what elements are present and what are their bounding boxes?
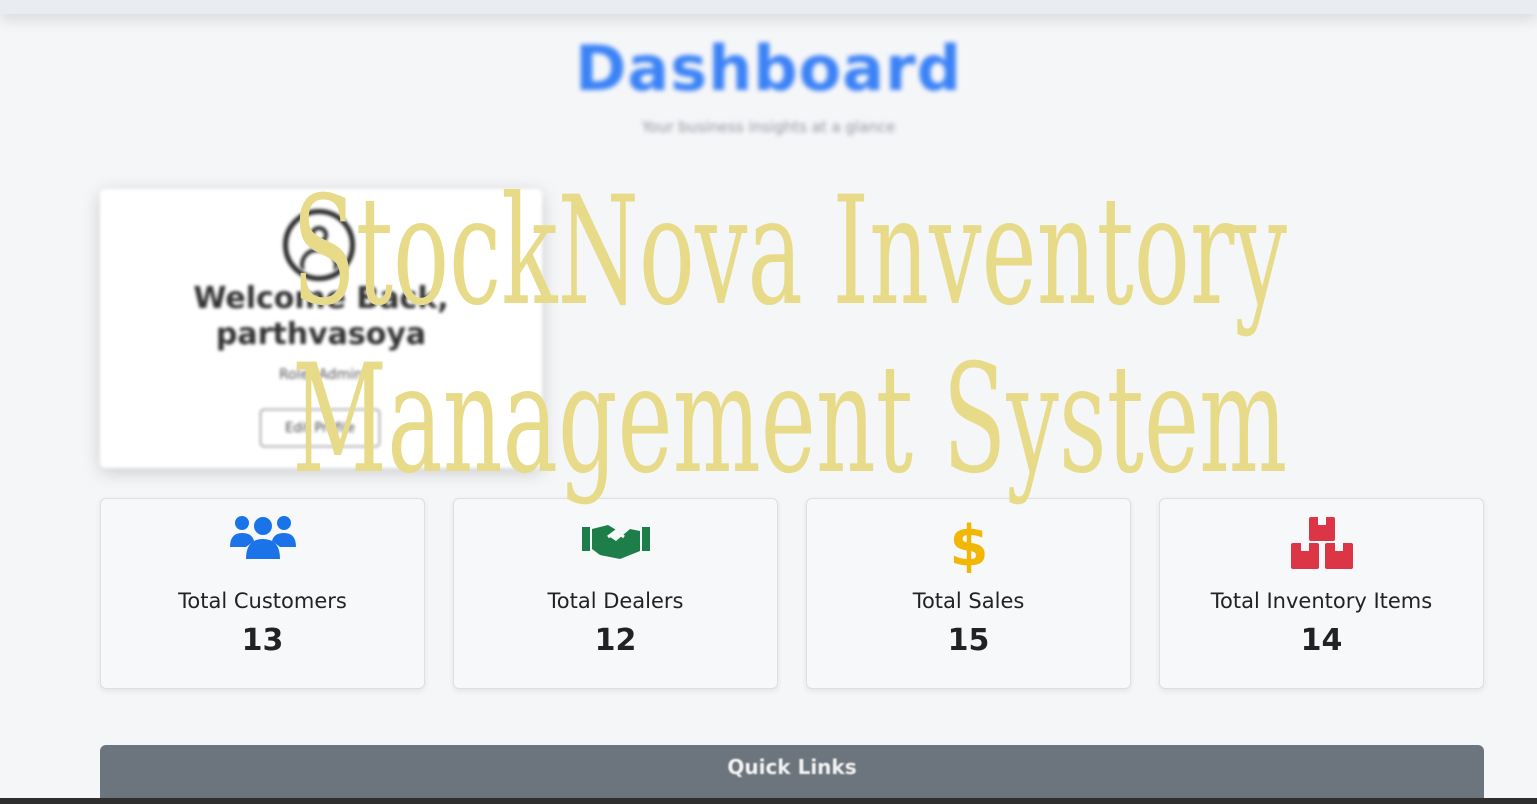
edit-profile-button[interactable]: Edit Profile [260,409,380,447]
top-navbar [0,0,1537,14]
stat-value: 13 [241,623,284,658]
stat-card-dealers: Total Dealers 12 [453,498,778,689]
stat-value: 12 [594,623,637,658]
page-subtitle: Your business insights at a glance [641,118,896,136]
stat-label: Total Dealers [547,589,684,613]
profile-card: Welcome Back, parthvasoya Role: Admin Ed… [100,189,542,468]
stat-card-customers: Total Customers 13 [100,498,425,689]
bottom-bar [0,798,1537,804]
welcome-text: Welcome Back, [193,281,449,316]
stat-card-inventory: Total Inventory Items 14 [1159,498,1484,689]
users-icon [101,513,424,573]
stat-label: Total Sales [912,589,1025,613]
user-circle-icon [283,209,355,281]
svg-text:$: $ [949,514,988,573]
quick-links-header: Quick Links [100,745,1484,804]
quick-links-title: Quick Links [727,755,857,779]
stat-card-sales: $ Total Sales 15 [806,498,1131,689]
welcome-message: Welcome Back, parthvasoya [100,281,542,353]
page-title: Dashboard [574,32,963,105]
handshake-icon [454,513,777,573]
boxes-icon [1160,513,1483,573]
stat-value: 14 [1300,623,1343,658]
stat-label: Total Customers [178,589,347,613]
stat-value: 15 [947,623,990,658]
stat-label: Total Inventory Items [1210,589,1433,613]
dollar-icon: $ [807,513,1130,573]
user-role: Role: Admin [279,367,363,383]
username: parthvasoya [215,317,427,352]
